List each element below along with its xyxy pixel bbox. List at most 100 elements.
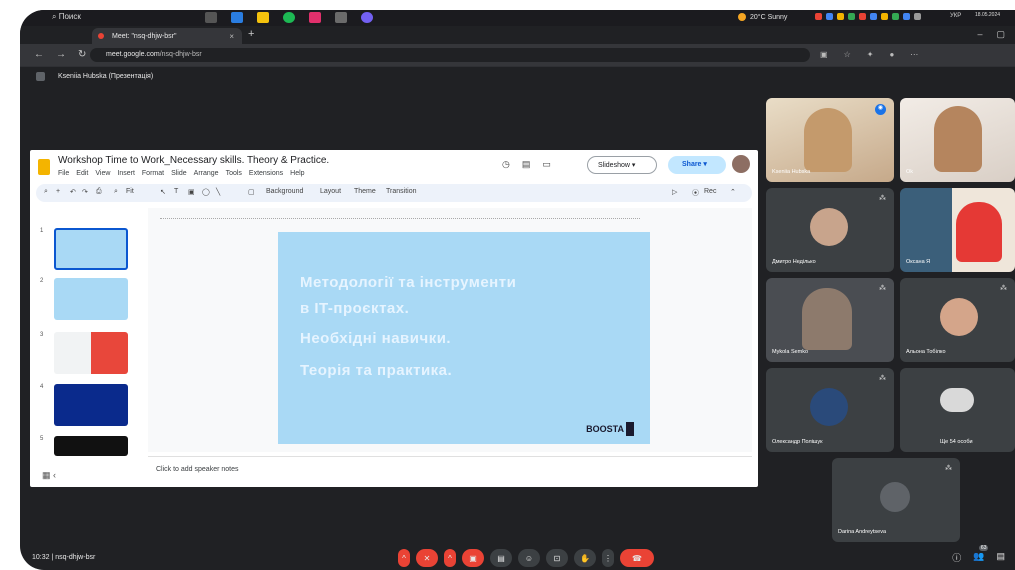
comments-icon[interactable]: ▤ — [522, 159, 531, 170]
new-tab-icon[interactable]: + — [248, 28, 254, 40]
mic-options-chevron[interactable]: ^ — [398, 549, 410, 567]
language-indicator[interactable]: УКР — [950, 13, 961, 19]
chevron-down-icon[interactable]: ▾ — [703, 161, 707, 168]
slide-thumbnail-4[interactable] — [54, 384, 128, 426]
rec-button[interactable]: Rec — [704, 188, 716, 195]
star-icon[interactable]: ☆ — [844, 50, 851, 59]
info-icon[interactable]: ⓘ — [952, 551, 961, 564]
close-tab-icon[interactable]: × — [229, 32, 234, 41]
participant-tile[interactable]: ◉ Kseniia Hubska — [766, 98, 894, 182]
taskbar-search[interactable]: ⌕ Поиск — [52, 12, 81, 22]
reload-icon[interactable]: ↻ — [78, 49, 86, 60]
print-icon[interactable]: ⎙ — [96, 188, 102, 196]
cursor-mode-icon[interactable]: ▷ — [672, 188, 677, 196]
shape-icon[interactable]: ◯ — [202, 188, 210, 196]
tray-icon[interactable] — [815, 13, 822, 20]
present-button[interactable]: ⊡ — [546, 549, 568, 567]
app-icon[interactable] — [335, 12, 347, 23]
record-icon[interactable]: ⦿ — [692, 188, 699, 198]
tray-icon[interactable] — [826, 13, 833, 20]
emoji-button[interactable]: ☺ — [518, 549, 540, 567]
extensions-icon[interactable]: ✦ — [867, 50, 874, 59]
tray-icon[interactable] — [892, 13, 899, 20]
text-box-icon[interactable]: T — [174, 188, 178, 195]
tray-icon[interactable] — [914, 13, 921, 20]
browser-tab-meet[interactable]: Meet: "nsq-dhjw-bsr" × — [92, 28, 242, 44]
menu-extensions[interactable]: Extensions — [249, 170, 283, 177]
theme-button[interactable]: Theme — [354, 188, 376, 195]
participant-tile[interactable]: ⁂ Дмитро Неділько — [766, 188, 894, 272]
slide-thumbnail-3[interactable] — [54, 332, 128, 374]
comment-icon[interactable]: ▢ — [248, 188, 255, 196]
chevron-down-icon[interactable]: ▾ — [632, 162, 636, 169]
slide-thumbnail-1[interactable] — [54, 228, 128, 270]
menu-slide[interactable]: Slide — [171, 170, 187, 177]
search-menus-icon[interactable]: ⌕ — [44, 188, 48, 196]
slideshow-button[interactable]: Slideshow ▾ — [587, 156, 657, 174]
participant-tile[interactable]: Оксана Я — [900, 188, 1015, 272]
meet-icon[interactable]: ▭ — [542, 159, 551, 170]
leave-call-button[interactable]: ☎ — [620, 549, 654, 567]
tray-icon[interactable] — [848, 13, 855, 20]
undo-icon[interactable]: ↶ — [70, 188, 76, 196]
tray-icon[interactable] — [837, 13, 844, 20]
raise-hand-button[interactable]: ✋ — [574, 549, 596, 567]
participant-tile[interactable]: Ok — [900, 98, 1015, 182]
menu-edit[interactable]: Edit — [76, 170, 88, 177]
maximize-icon[interactable]: ▢ — [996, 29, 1005, 40]
avatar[interactable] — [732, 155, 750, 173]
current-slide[interactable]: Методології та інструменти в IT-проєктах… — [278, 232, 650, 444]
camera-options-chevron[interactable]: ^ — [444, 549, 456, 567]
more-options-button[interactable]: ⋮ — [602, 549, 614, 567]
explorer-app-icon[interactable] — [257, 12, 269, 23]
task-view-icon[interactable] — [205, 12, 217, 23]
viber-app-icon[interactable] — [361, 12, 373, 23]
minimize-icon[interactable]: – — [977, 29, 982, 40]
instagram-app-icon[interactable] — [309, 12, 321, 23]
share-button[interactable]: Share ▾ — [668, 156, 726, 174]
menu-view[interactable]: View — [95, 170, 110, 177]
weather-widget[interactable]: 20°C Sunny — [738, 13, 787, 21]
back-icon[interactable]: ← — [34, 49, 44, 60]
document-title[interactable]: Workshop Time to Work_Necessary skills. … — [58, 155, 329, 166]
menu-tools[interactable]: Tools — [226, 170, 242, 177]
people-button[interactable]: 👥 63 — [973, 545, 989, 564]
spotify-app-icon[interactable] — [283, 12, 295, 23]
line-icon[interactable]: ╲ — [216, 188, 220, 196]
menu-insert[interactable]: Insert — [117, 170, 135, 177]
image-icon[interactable]: ▣ — [188, 188, 195, 196]
select-icon[interactable]: ↖ — [160, 188, 166, 196]
menu-format[interactable]: Format — [142, 170, 164, 177]
menu-arrange[interactable]: Arrange — [194, 170, 219, 177]
profile-icon[interactable]: ● — [889, 50, 894, 59]
clock-date[interactable]: 18.05.2024 — [975, 12, 1000, 18]
camera-permission-icon[interactable]: ▣ — [820, 50, 828, 59]
zoom-select[interactable]: Fit — [126, 188, 134, 195]
tray-icon[interactable] — [870, 13, 877, 20]
tray-icon[interactable] — [903, 13, 910, 20]
url-field[interactable]: meet.google.com/nsq-dhjw-bsr — [90, 48, 810, 62]
mic-off-button[interactable]: ✕ — [416, 549, 438, 567]
participant-tile[interactable]: ⁂ Альона Тобілко — [900, 278, 1015, 362]
forward-icon[interactable]: → — [56, 49, 66, 60]
tray-icon[interactable] — [859, 13, 866, 20]
zoom-icon[interactable]: ⌕ — [114, 188, 118, 196]
tray-icon[interactable] — [881, 13, 888, 20]
camera-off-button[interactable]: ▣ — [462, 549, 484, 567]
participant-tile[interactable]: ⁂ Darina Andreytseva — [832, 458, 960, 542]
history-icon[interactable]: ◷ — [502, 159, 510, 170]
layout-button[interactable]: Layout — [320, 188, 341, 195]
add-icon[interactable]: + — [56, 188, 60, 195]
speaker-notes-field[interactable]: Click to add speaker notes — [148, 456, 752, 484]
slide-thumbnail-5[interactable] — [54, 436, 128, 456]
slide-thumbnail-2[interactable] — [54, 278, 128, 320]
participant-tile[interactable]: ⁂ Mykola Semko — [766, 278, 894, 362]
background-button[interactable]: Background — [266, 188, 303, 195]
menu-file[interactable]: File — [58, 170, 69, 177]
menu-icon[interactable]: ⋯ — [910, 50, 918, 59]
participant-tile[interactable]: ⁂ Олександр Полішук — [766, 368, 894, 452]
menu-help[interactable]: Help — [290, 170, 304, 177]
browser-app-icon[interactable] — [231, 12, 243, 23]
grid-view-icon[interactable]: ▦ ‹ — [42, 470, 56, 481]
chat-icon[interactable]: ▤ — [996, 551, 1005, 564]
